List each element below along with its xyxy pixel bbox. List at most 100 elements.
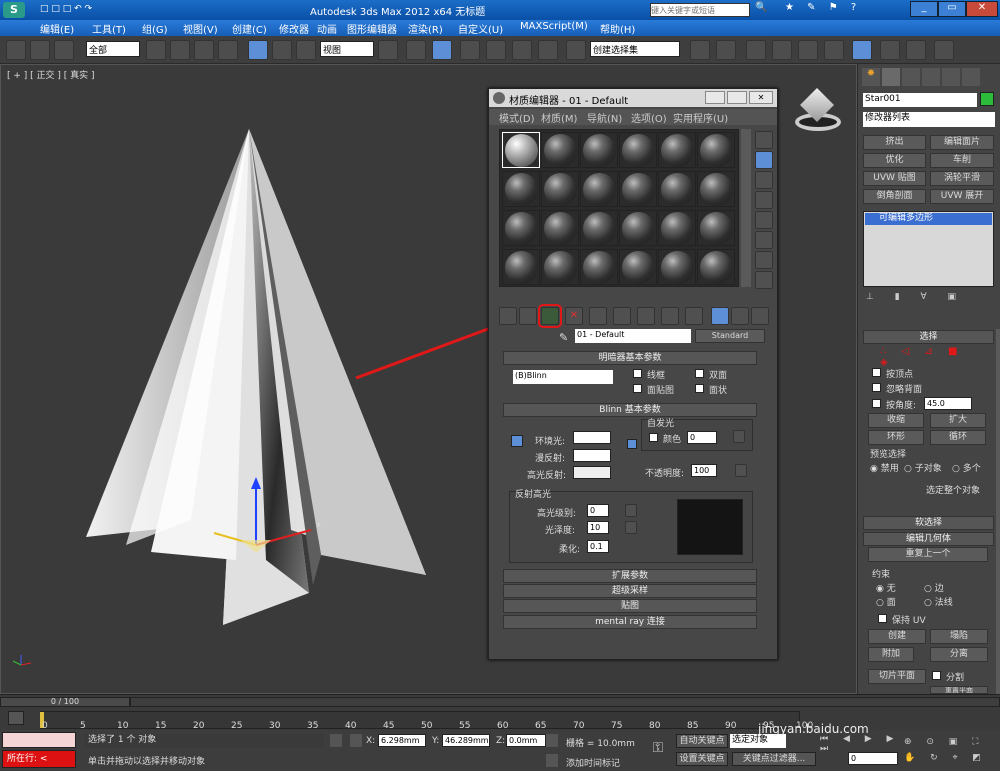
make-copy-icon[interactable] [589,307,607,325]
sample-slot[interactable] [697,171,735,207]
material-editor-titlebar[interactable]: 材质编辑器 - 01 - Default ✕ [489,89,777,107]
current-frame-input[interactable]: 0 [848,752,898,765]
glossiness-spinner[interactable]: 10 [587,521,609,534]
layer-manager-icon[interactable] [746,40,766,60]
keyboard-shortcut-icon[interactable] [432,40,452,60]
sample-slot[interactable] [580,171,618,207]
bevel-profile-button[interactable]: 倒角剖面 [863,189,926,204]
sample-slot[interactable] [619,132,657,168]
shader-rollout-header[interactable]: 明暗器基本参数 [503,351,757,365]
sample-slot[interactable] [658,210,696,246]
turbosmooth-button[interactable]: 涡轮平滑 [930,171,994,186]
schematic-view-icon[interactable] [824,40,844,60]
options-icon[interactable] [755,251,773,269]
bind-space-warp-icon[interactable] [54,40,74,60]
search-input[interactable] [650,3,750,17]
maximize-button[interactable]: ▭ [938,1,966,17]
extrude-button[interactable]: 挤出 [863,135,926,150]
scale-icon[interactable] [296,40,316,60]
menu-tools[interactable]: 工具(T) [92,21,126,36]
sample-slot[interactable] [580,132,618,168]
self-illum-spinner[interactable]: 0 [687,431,717,444]
add-time-tag-icon[interactable] [546,754,558,767]
backlight-icon[interactable] [755,151,773,169]
mated-menu-material[interactable]: 材质(M) [541,110,577,125]
mated-menu-navigation[interactable]: 导航(N) [587,110,622,125]
select-by-material-icon[interactable] [755,271,773,289]
face-map-checkbox[interactable] [633,384,642,393]
shrink-button[interactable]: 收缩 [868,413,924,428]
soften-spinner[interactable]: 0.1 [587,540,609,553]
stack-item-editable-poly[interactable]: 可编辑多边形 [865,213,992,225]
reference-coord-dropdown[interactable]: 视图 [320,41,374,57]
get-material-icon[interactable] [499,307,517,325]
rect-selection-icon[interactable] [194,40,214,60]
time-slider-track[interactable] [130,697,1000,707]
snap-toggle-icon[interactable] [460,40,480,60]
lathe-button[interactable]: 车削 [930,153,994,168]
show-end-result-icon[interactable] [711,307,729,325]
panel-scrollbar[interactable] [996,329,1000,694]
menu-group[interactable]: 组(G) [142,21,168,36]
uv-tiling-icon[interactable] [755,191,773,209]
close-button[interactable]: ✕ [966,1,998,17]
sample-slot[interactable] [619,249,657,285]
mated-close-button[interactable]: ✕ [749,91,773,104]
maxscript-listener[interactable] [2,732,76,748]
help-icons[interactable]: ★ ✎ ⚑ ? [785,2,861,13]
align-icon[interactable] [716,40,736,60]
modify-tab-icon[interactable] [882,68,900,86]
supersampling-rollout[interactable]: 超级采样 [503,584,757,598]
sample-slot[interactable] [541,249,579,285]
subobject-icons[interactable]: ∴ ◁ ⊿ ■ ◈ [880,346,980,368]
select-manipulate-icon[interactable] [406,40,426,60]
edit-patch-button[interactable]: 编辑面片 [930,135,994,150]
menu-edit[interactable]: 编辑(E) [40,21,74,36]
angle-snap-icon[interactable] [486,40,506,60]
opacity-map-button[interactable] [735,464,747,477]
ring-button[interactable]: 环形 [868,430,924,445]
specular-level-map-button[interactable] [625,504,637,517]
preserve-uv-checkbox[interactable] [878,614,887,623]
sample-slot[interactable] [580,210,618,246]
rotate-icon[interactable] [272,40,292,60]
self-illum-color-checkbox[interactable] [649,433,658,442]
sample-slot[interactable] [502,249,540,285]
sample-slot[interactable] [697,132,735,168]
unlink-icon[interactable] [30,40,50,60]
window-crossing-icon[interactable] [218,40,238,60]
graphite-icon[interactable] [772,40,792,60]
curve-editor-icon[interactable] [798,40,818,60]
make-unique-icon[interactable] [613,307,631,325]
sample-slot[interactable] [580,249,618,285]
x-coord-input[interactable]: 6.298mm [378,734,426,747]
mated-menu-mode[interactable]: 模式(D) [499,110,535,125]
ignore-backface-checkbox[interactable] [872,383,881,392]
repeat-last-button[interactable]: 重复上一个 [868,547,988,562]
loop-button[interactable]: 循环 [930,430,986,445]
hierarchy-tab-icon[interactable] [902,68,920,86]
menu-views[interactable]: 视图(V) [183,21,218,36]
move-icon[interactable] [248,40,268,60]
sample-slot[interactable] [502,210,540,246]
sample-type-icon[interactable] [755,131,773,149]
delete-material-icon[interactable]: ✕ [565,307,583,325]
glossiness-map-button[interactable] [625,521,637,534]
put-to-scene-icon[interactable] [519,307,537,325]
viewcube-icon[interactable] [791,87,843,135]
diffuse-map-button[interactable] [627,439,637,449]
material-effects-channel-icon[interactable] [661,307,679,325]
key-filters-button[interactable]: 关键点过滤器... [732,752,816,766]
sample-slot[interactable] [502,171,540,207]
named-selection-dropdown[interactable]: 创建选择集 [590,41,680,57]
z-coord-input[interactable]: 0.0mm [506,734,546,747]
absolute-mode-icon[interactable] [350,734,362,747]
material-name-dropdown[interactable]: 01 - Default [575,329,691,343]
menu-create[interactable]: 创建(C) [232,21,267,36]
slots-scrollbar[interactable] [741,129,751,287]
sample-slot[interactable] [619,210,657,246]
viewport-nav-controls[interactable]: ⊕ ⊙ ▣ ⛶ ✋ ↻ ⌖ ◩ [904,734,996,768]
create-button[interactable]: 创建 [868,629,926,644]
split-checkbox[interactable] [932,671,941,680]
sample-slot[interactable] [658,132,696,168]
